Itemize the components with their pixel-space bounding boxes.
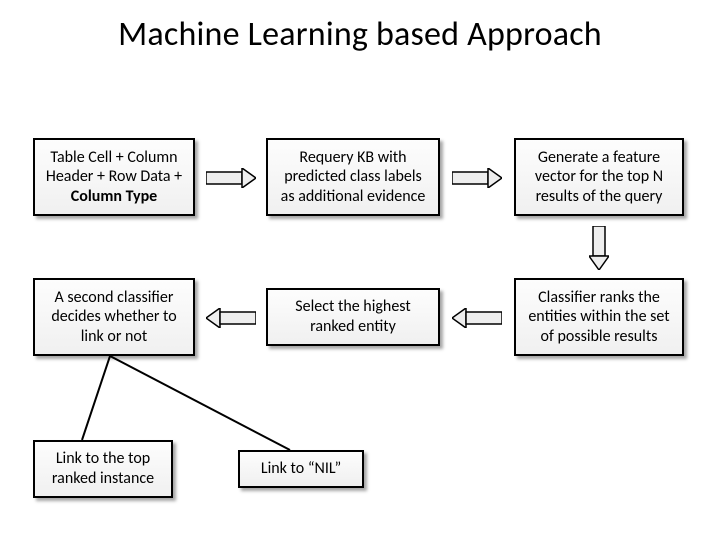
box-select-highest-text: Select the highest ranked entity <box>276 297 430 336</box>
box-link-nil-text: Link to “NIL” <box>261 459 341 479</box>
box-table-cell: Table Cell + Column Header + Row Data + … <box>33 138 195 216</box>
box-feature-vector: Generate a feature vector for the top N … <box>514 138 684 216</box>
box-classifier-ranks-text: Classifier ranks the entities within the… <box>524 288 674 347</box>
arrow-down-1 <box>589 226 609 270</box>
box-requery-kb: Requery KB with predicted class labels a… <box>266 138 440 216</box>
box-second-classifier: A second classifier decides whether to l… <box>33 278 195 356</box>
box-select-highest: Select the highest ranked entity <box>266 288 440 346</box>
box-second-classifier-text: A second classifier decides whether to l… <box>43 288 185 347</box>
arrow-right-1 <box>206 168 256 188</box>
slide-title: Machine Learning based Approach <box>0 0 720 55</box>
arrow-right-2 <box>452 168 502 188</box>
box-table-cell-text: Table Cell + Column Header + Row Data + … <box>43 148 185 207</box>
line-to-link-nil <box>110 356 300 456</box>
box-requery-kb-text: Requery KB with predicted class labels a… <box>276 148 430 207</box>
box-feature-vector-text: Generate a feature vector for the top N … <box>524 148 674 207</box>
arrow-left-1 <box>452 308 502 328</box>
arrow-left-2 <box>206 308 256 328</box>
box-classifier-ranks: Classifier ranks the entities within the… <box>514 278 684 356</box>
